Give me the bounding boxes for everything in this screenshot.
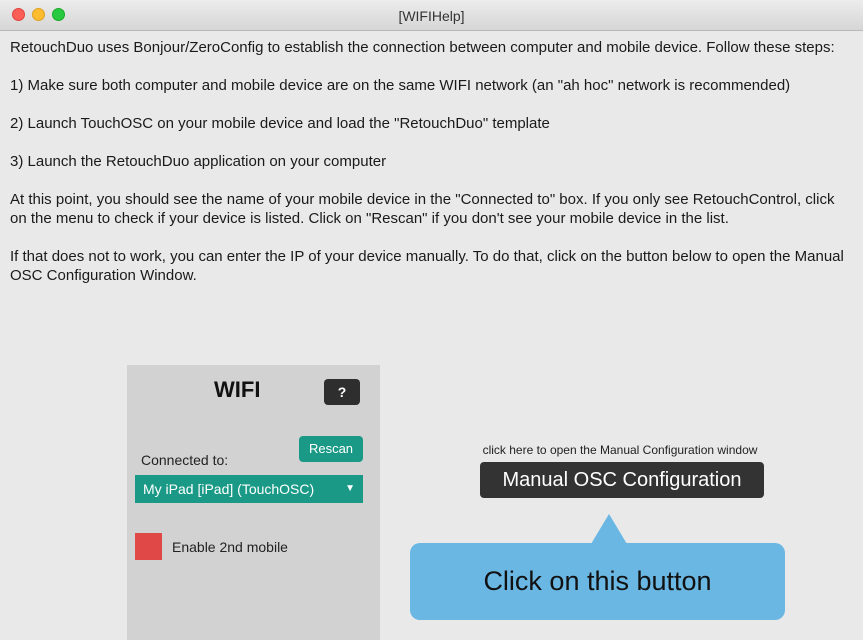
window-title: [WIFIHelp] [398, 8, 465, 24]
enable-2nd-mobile-toggle[interactable] [135, 533, 162, 560]
callout-arrow [591, 514, 627, 544]
enable-2nd-mobile-label: Enable 2nd mobile [172, 539, 288, 555]
intro-paragraph: RetouchDuo uses Bonjour/ZeroConfig to es… [10, 39, 835, 56]
wifi-panel-title: WIFI [214, 377, 261, 402]
callout-bubble: Click on this button [410, 543, 785, 620]
connected-note-paragraph: At this point, you should see the name o… [10, 191, 835, 227]
manual-note-paragraph: If that does not to work, you can enter … [10, 248, 844, 284]
connected-to-label: Connected to: [141, 452, 229, 468]
help-button[interactable]: ? [324, 379, 360, 405]
device-select[interactable]: My iPad [iPad] (TouchOSC) ▼ [135, 475, 363, 503]
step-1-paragraph: 1) Make sure both computer and mobile de… [10, 77, 791, 94]
step-2-paragraph: 2) Launch TouchOSC on your mobile device… [10, 115, 550, 132]
wifi-panel: WIFI ? Rescan Connected to: My iPad [iPa… [127, 365, 380, 640]
manual-config-hint: click here to open the Manual Configurat… [482, 443, 758, 457]
rescan-button[interactable]: Rescan [299, 436, 363, 462]
manual-osc-configuration-button[interactable]: Manual OSC Configuration [480, 462, 764, 498]
chevron-down-icon: ▼ [345, 483, 355, 494]
step-3-paragraph: 3) Launch the RetouchDuo application on … [10, 153, 387, 170]
title-bar: [WIFIHelp] [0, 0, 863, 31]
device-select-value: My iPad [iPad] (TouchOSC) [143, 481, 315, 497]
help-text: RetouchDuo uses Bonjour/ZeroConfig to es… [10, 38, 855, 304]
